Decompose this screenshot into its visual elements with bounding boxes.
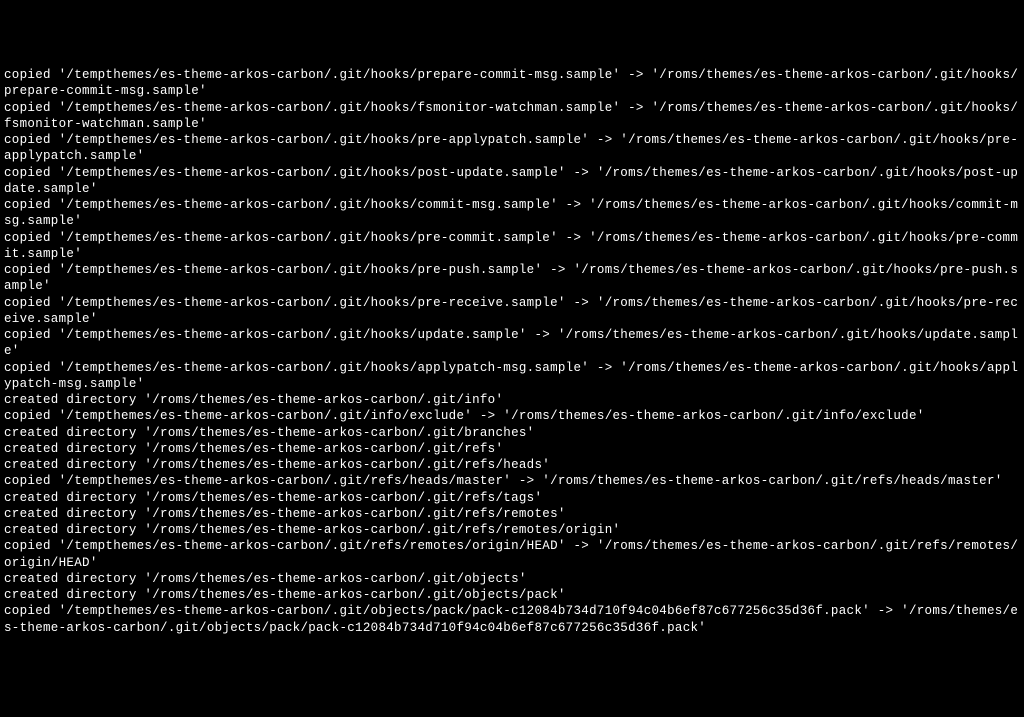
terminal-output: copied '/tempthemes/es-theme-arkos-carbo…: [4, 67, 1020, 636]
